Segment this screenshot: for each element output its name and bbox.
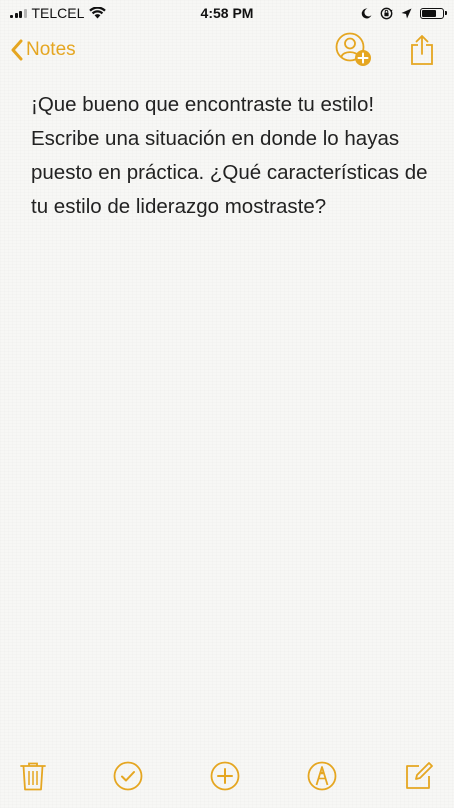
moon-icon <box>361 7 372 18</box>
nav-actions <box>334 32 434 68</box>
bottom-toolbar <box>0 754 454 798</box>
trash-icon <box>20 762 46 791</box>
signal-icon <box>10 8 27 18</box>
delete-button[interactable] <box>20 761 46 791</box>
checklist-button[interactable] <box>113 761 143 791</box>
add-person-icon <box>335 32 371 66</box>
location-icon <box>401 8 412 18</box>
back-button-label: Notes <box>26 39 76 60</box>
markup-icon <box>307 761 337 791</box>
checklist-icon <box>113 761 143 791</box>
status-left: TELCEL <box>10 5 107 21</box>
rotation-lock-icon <box>380 7 393 19</box>
carrier-label: TELCEL <box>31 5 85 21</box>
chevron-left-icon <box>11 39 23 61</box>
compose-button[interactable] <box>404 761 434 791</box>
status-time: 4:58 PM <box>200 5 254 21</box>
status-right <box>361 7 447 20</box>
battery-level-fill <box>422 9 436 17</box>
add-icon <box>210 761 240 791</box>
share-button[interactable] <box>410 34 434 66</box>
share-icon <box>411 35 433 65</box>
navigation-bar: Notes <box>0 26 454 74</box>
back-button[interactable]: Notes <box>10 39 76 61</box>
note-text[interactable]: ¡Que bueno que encontraste tu estilo! Es… <box>31 88 431 224</box>
markup-button[interactable] <box>307 761 337 791</box>
battery-icon <box>420 7 447 19</box>
add-button[interactable] <box>210 761 240 791</box>
wifi-icon <box>89 7 107 19</box>
add-person-button[interactable] <box>334 32 372 68</box>
compose-icon <box>406 762 433 789</box>
status-bar: TELCEL 4:58 PM <box>0 0 454 26</box>
